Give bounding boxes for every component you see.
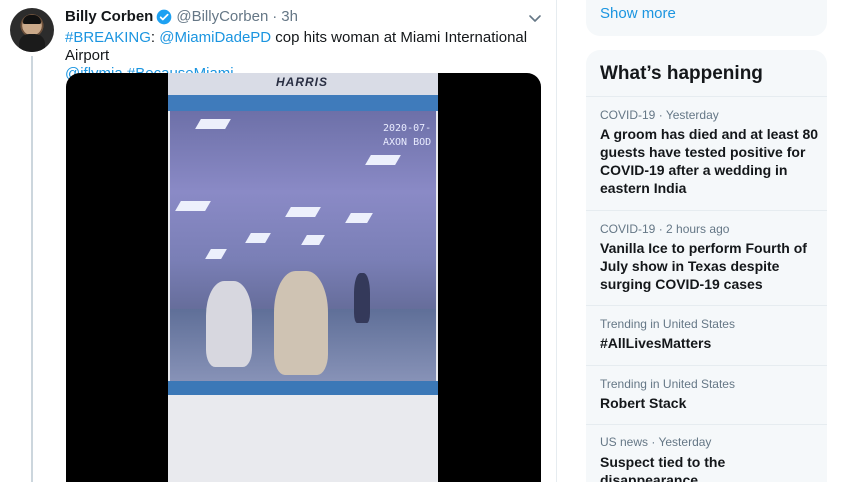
whats-happening-heading: What’s happening [600, 63, 763, 84]
frame-bottom [168, 395, 438, 482]
author-name[interactable]: Billy Corben [65, 8, 153, 25]
trend-item[interactable]: COVID-19 · 2 hours ago Vanilla Ice to pe… [586, 210, 827, 305]
tweet-timestamp[interactable]: 3h [281, 8, 298, 25]
trend-time: 2 hours ago [666, 222, 730, 236]
bodycam-label: AXON BOD [383, 137, 432, 148]
person-figure [206, 281, 252, 367]
ceiling-light [175, 201, 211, 211]
harris-sign: HARRIS [276, 75, 329, 89]
trend-category: COVID-19 [600, 108, 656, 122]
show-more-card: Show more [586, 0, 827, 36]
trend-title: A groom has died and at least 80 guests … [600, 126, 819, 196]
whats-happening-panel: What’s happening COVID-19 · Yesterday A … [586, 50, 827, 482]
show-more-link[interactable]: Show more [600, 5, 676, 22]
trend-category: US news [600, 435, 649, 449]
background-person [354, 273, 370, 323]
video-frame: HARRIS 2020-07- AXON BOD [168, 73, 438, 482]
trend-category: Trending in United States [600, 377, 735, 391]
ceiling-light [195, 119, 231, 129]
trend-item[interactable]: US news · Yesterday Suspect tied to the … [586, 424, 827, 482]
trend-meta: COVID-19 · Yesterday [600, 108, 719, 122]
verified-badge-icon [156, 9, 172, 25]
avatar-shirt [19, 34, 45, 52]
author-handle[interactable]: @BillyCorben [176, 8, 268, 25]
trend-title: Vanilla Ice to perform Fourth of July sh… [600, 240, 807, 292]
sidebar: Show more What’s happening COVID-19 · Ye… [586, 0, 827, 482]
trend-title: #AllLivesMatters [600, 335, 712, 351]
trend-meta: US news · Yesterday [600, 435, 712, 449]
frame-lower-band [168, 381, 438, 395]
tweet-column: Billy Corben @BillyCorben · 3h #BREAKING… [0, 0, 557, 482]
trend-time: Yesterday [665, 108, 719, 122]
trend-item[interactable]: COVID-19 · Yesterday A groom has died an… [586, 96, 827, 210]
trend-time: Yesterday [658, 435, 712, 449]
video-player[interactable]: HARRIS 2020-07- AXON BOD [66, 73, 541, 482]
frame-blue-band [168, 95, 438, 111]
avatar[interactable] [10, 8, 54, 52]
tweet-header: Billy Corben @BillyCorben · 3h [65, 8, 298, 25]
ceiling-light [285, 207, 321, 217]
officer-figure [274, 271, 328, 375]
ceiling-light [365, 155, 401, 165]
chevron-down-icon[interactable] [527, 10, 543, 26]
mention-miamidadepd[interactable]: @MiamiDadePD [159, 29, 271, 46]
trend-title: Suspect tied to the disappearance [600, 454, 726, 482]
thread-line [31, 56, 33, 482]
trend-category: COVID-19 [600, 222, 656, 236]
trend-title: Robert Stack [600, 395, 687, 411]
avatar-cap [23, 15, 41, 24]
bodycam-date: 2020-07- [383, 123, 432, 134]
tweet-text-colon: : [150, 29, 156, 46]
trend-meta: COVID-19 · 2 hours ago [600, 222, 730, 236]
bodycam-timestamp: 2020-07- AXON BOD [383, 122, 431, 150]
trend-category: Trending in United States [600, 317, 735, 331]
separator-dot: · [272, 8, 278, 25]
trend-item[interactable]: Trending in United States #AllLivesMatte… [586, 305, 827, 365]
hashtag-breaking[interactable]: #BREAKING [65, 29, 151, 46]
trend-item[interactable]: Trending in United States Robert Stack [586, 365, 827, 424]
